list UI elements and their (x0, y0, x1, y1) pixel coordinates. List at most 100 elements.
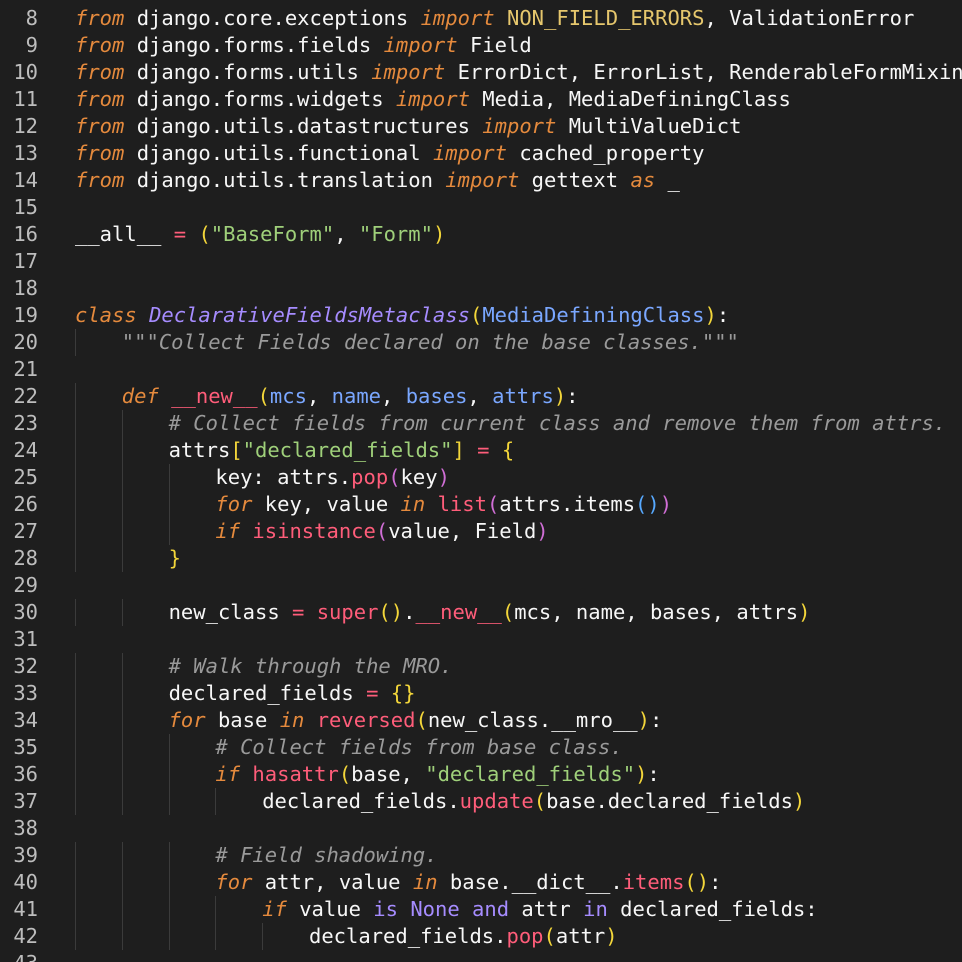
code-line[interactable]: 41 if value is None and attr in declared_… (0, 896, 962, 923)
line-number: 9 (25, 33, 38, 57)
code-token: pop (506, 924, 544, 948)
code-line[interactable]: 13 from django.utils.functional import ca… (0, 140, 962, 167)
code-line[interactable]: 31 (0, 626, 962, 653)
code-line[interactable]: 39 # Field shadowing. (0, 842, 962, 869)
code-token: declared_fields: (607, 897, 818, 921)
indent-guide (121, 437, 123, 464)
code-line[interactable]: 10 from django.forms.utils import ErrorDi… (0, 59, 962, 86)
line-number: 14 (13, 168, 38, 192)
line-number: 18 (13, 276, 38, 300)
code-line[interactable]: 19 class DeclarativeFieldsMetaclass(Media… (0, 302, 962, 329)
indent-guide (121, 788, 123, 815)
code-token: ) (536, 519, 549, 543)
code-line[interactable]: 42 declared_fields.pop(attr) (0, 923, 962, 950)
code-token: django.utils.functional (124, 141, 433, 165)
code-token: import (482, 114, 557, 138)
code-token: from (75, 141, 125, 165)
code-line[interactable]: 18 (0, 275, 962, 302)
indent-guide (215, 788, 217, 815)
code-token: gettext (519, 168, 631, 192)
indent-guide (121, 491, 123, 518)
line-number: 17 (13, 249, 38, 273)
indent-guide (215, 923, 217, 950)
code-token: base, (351, 762, 426, 786)
code-line[interactable]: 33 declared_fields = {} (0, 680, 962, 707)
code-token: if (215, 519, 241, 543)
code-token: in (583, 897, 608, 921)
indent-guide (75, 383, 76, 410)
code-token: { (501, 438, 515, 462)
code-line[interactable]: 43 (0, 950, 962, 962)
indent-guide (75, 437, 76, 464)
code-line[interactable]: 24 attrs["declared_fields"] = { (0, 437, 962, 464)
code-token: ) (437, 465, 450, 489)
code-line[interactable]: 17 (0, 248, 962, 275)
code-text: # Walk through the MRO. (169, 653, 453, 680)
code-line[interactable]: 27 if isinstance(value, Field) (0, 518, 962, 545)
code-editor[interactable]: 8 from django.core.exceptions import NON_… (0, 0, 962, 962)
code-line[interactable]: 29 (0, 572, 962, 599)
code-token: {} (390, 681, 416, 705)
code-text: from django.utils.functional import cach… (75, 140, 704, 167)
code-token: bases (405, 384, 468, 408)
code-line[interactable]: 26 for key, value in list(attrs.items()) (0, 491, 962, 518)
code-token: from (75, 6, 125, 30)
code-line[interactable]: 9 from django.forms.fields import Field (0, 32, 962, 59)
line-number: 40 (13, 870, 38, 894)
code-token: for (215, 492, 253, 516)
code-line[interactable]: 40 for attr, value in base.__dict__.items… (0, 869, 962, 896)
code-token: attrs.items (499, 492, 636, 516)
code-line[interactable]: 32 # Walk through the MRO. (0, 653, 962, 680)
code-line[interactable]: 12 from django.utils.datastructures impor… (0, 113, 962, 140)
code-line[interactable]: 23 # Collect fields from current class an… (0, 410, 962, 437)
code-text: attrs["declared_fields"] = { (169, 437, 515, 464)
code-line[interactable]: 34 for base in reversed(new_class.__mro__… (0, 707, 962, 734)
code-line[interactable]: 21 (0, 356, 962, 383)
line-number: 16 (13, 222, 38, 246)
code-text: def __new__(mcs, name, bases, attrs): (122, 383, 579, 410)
line-number: 43 (0, 950, 38, 962)
code-line[interactable]: 20 """Collect Fields declared on the base… (0, 329, 962, 356)
code-line[interactable]: 25 key: attrs.pop(key) (0, 464, 962, 491)
code-token: , ValidationError (704, 6, 915, 30)
code-token: ) (605, 924, 618, 948)
code-line[interactable]: 16 __all__ = ("BaseForm", "Form") (0, 221, 962, 248)
code-token: def (121, 384, 159, 408)
code-token: django.forms.fields (124, 33, 384, 57)
line-number: 27 (13, 519, 38, 543)
code-text: # Field shadowing. (215, 842, 437, 869)
code-text: if hasattr(base, "declared_fields"): (215, 761, 659, 788)
indent-guide (121, 464, 123, 491)
code-line[interactable]: 11 from django.forms.widgets import Media… (0, 86, 962, 113)
code-line[interactable]: 37 declared_fields.update(base.declared_f… (0, 788, 962, 815)
line-number: 19 (13, 303, 38, 327)
code-token: ( (388, 465, 401, 489)
code-token: = (292, 600, 305, 624)
code-line[interactable]: 28} (0, 545, 962, 572)
code-line[interactable]: 30 new_class = super().__new__(mcs, name,… (0, 599, 962, 626)
code-token: "declared_fields" (425, 762, 636, 786)
code-token: ( (257, 384, 270, 408)
code-token: "Form" (358, 222, 433, 246)
code-line[interactable]: 38 (0, 815, 962, 842)
indent-guide (121, 680, 123, 707)
code-token: . (403, 600, 416, 624)
indent-guide (121, 518, 123, 545)
indent-guide (121, 653, 123, 680)
code-line[interactable]: 36 if hasattr(base, "declared_fields"): (0, 761, 962, 788)
code-text: """Collect Fields declared on the base c… (122, 329, 739, 356)
code-token: ) (659, 492, 673, 516)
line-number: 30 (13, 600, 38, 624)
indent-guide (215, 896, 217, 923)
code-token: _ (655, 168, 680, 192)
code-line[interactable]: 15 (0, 194, 962, 221)
code-line[interactable]: 8 from django.core.exceptions import NON_… (0, 5, 962, 32)
code-token: hasattr (252, 762, 339, 786)
code-token: if (262, 897, 287, 921)
code-line[interactable]: 22 def __new__(mcs, name, bases, attrs): (0, 383, 962, 410)
code-line[interactable]: 14 from django.utils.translation import g… (0, 167, 962, 194)
code-token: new_class (168, 600, 293, 624)
code-line[interactable]: 35 # Collect fields from base class. (0, 734, 962, 761)
